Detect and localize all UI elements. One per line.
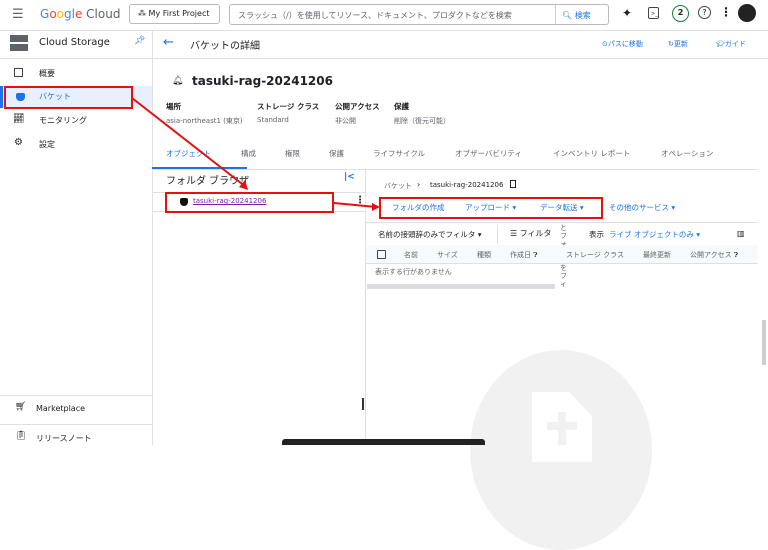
marketplace-icon: 🛒︎ bbox=[15, 402, 27, 412]
prefix-filter-dropdown[interactable]: 名前の接頭辞のみでフィルタ ▾ bbox=[378, 229, 482, 240]
info-label: 公開アクセス bbox=[335, 102, 380, 111]
breadcrumb-current: tasuki-rag-20241206 bbox=[430, 181, 504, 189]
label: 更新 bbox=[673, 40, 688, 48]
sidebar-item-label: 概要 bbox=[39, 69, 55, 78]
info-value: asia-northeast1 (東京) bbox=[166, 117, 243, 125]
column-header-created[interactable]: 作成日 ❓︎ bbox=[510, 250, 537, 260]
sidebar-item-overview[interactable]: 概要 bbox=[0, 66, 152, 82]
overview-icon bbox=[14, 68, 23, 77]
show-label: 表示 bbox=[589, 230, 604, 239]
info-label: ストレージ クラス bbox=[257, 102, 320, 111]
other-services-button[interactable]: その他のサービス ▾ bbox=[609, 202, 675, 213]
bucket-bell-icon: 🔔︎ bbox=[172, 76, 184, 86]
info-label: 場所 bbox=[166, 102, 181, 111]
column-header-name[interactable]: 名前 bbox=[404, 250, 418, 260]
select-all-checkbox[interactable] bbox=[377, 250, 386, 259]
sidebar-item-settings[interactable]: ⚙ 設定 bbox=[0, 137, 152, 153]
search-input[interactable]: スラッシュ（/）を使用してリソース、ドキュメント、プロダクトなどを検索 🔍︎ 検… bbox=[229, 4, 609, 25]
more-icon[interactable]: ⋮ bbox=[720, 5, 732, 19]
storage-icon bbox=[10, 35, 28, 51]
cloud-shell-icon[interactable]: >_ bbox=[648, 7, 659, 19]
label: パスに移動 bbox=[607, 40, 643, 48]
column-header-type[interactable]: 種類 bbox=[477, 250, 491, 260]
sidebar-marketplace[interactable]: 🛒︎ Marketplace bbox=[0, 402, 152, 418]
tab-inventory-reports[interactable]: インベントリ レポート bbox=[553, 148, 630, 159]
guide-button[interactable]: 🎓︎ガイド bbox=[716, 39, 746, 49]
tab-permissions[interactable]: 権限 bbox=[285, 148, 300, 159]
copy-icon[interactable] bbox=[510, 180, 516, 188]
sidebar-item-label: 設定 bbox=[39, 140, 55, 149]
bucket-name: tasuki-rag-20241206 bbox=[192, 74, 333, 88]
column-display-icon[interactable]: ▥ bbox=[737, 229, 745, 238]
folder-more-icon[interactable]: ⋮ bbox=[355, 195, 365, 206]
tab-lifecycle[interactable]: ライフサイクル bbox=[373, 148, 425, 159]
vertical-scrollbar[interactable] bbox=[762, 320, 766, 365]
label: その他のサービス bbox=[609, 203, 669, 212]
bottom-toast bbox=[282, 439, 485, 445]
label: 名前の接頭辞のみでフィルタ bbox=[378, 230, 476, 239]
sidebar-item-monitoring[interactable]: 📈︎ モニタリング bbox=[0, 113, 152, 129]
annotation-box-actions bbox=[379, 197, 603, 219]
refresh-button[interactable]: ↻更新 bbox=[668, 39, 688, 49]
sidebar-release-notes[interactable]: 📋︎ リリースノート bbox=[0, 431, 152, 445]
notifications-badge[interactable]: 2 bbox=[672, 5, 689, 22]
panel-resize-handle[interactable] bbox=[362, 398, 364, 410]
go-to-path-button[interactable]: ⊙パスに移動 bbox=[602, 39, 643, 49]
gear-icon: ⚙ bbox=[14, 137, 23, 148]
annotation-box-buckets bbox=[4, 86, 133, 109]
tab-objects[interactable]: オブジェクト bbox=[166, 148, 211, 159]
label: フィルタ bbox=[519, 229, 552, 238]
collapse-panel-button[interactable]: |< bbox=[344, 172, 355, 182]
empty-table-message: 表示する行がありません bbox=[375, 268, 452, 276]
folder-browser-title: フォルダ ブラウザ bbox=[166, 176, 250, 187]
google-cloud-logo[interactable]: Google Cloud bbox=[40, 7, 120, 21]
sidebar-title: Cloud Storage bbox=[39, 37, 110, 48]
breadcrumb-separator: › bbox=[417, 180, 421, 189]
release-notes-icon: 📋︎ bbox=[15, 431, 27, 441]
info-value: 削除（復元可能） bbox=[394, 117, 450, 125]
label: 公開アクセス bbox=[690, 251, 732, 259]
search-placeholder: スラッシュ（/）を使用してリソース、ドキュメント、プロダクトなどを検索 bbox=[238, 11, 512, 20]
page-title: バケットの詳細 bbox=[190, 41, 260, 52]
project-name: My First Project bbox=[148, 9, 210, 18]
breadcrumb-root[interactable]: バケット bbox=[384, 181, 412, 191]
menu-icon[interactable]: ☰ bbox=[12, 7, 24, 22]
avatar[interactable] bbox=[738, 4, 756, 22]
column-header-public-access[interactable]: 公開アクセス ❓︎ bbox=[690, 250, 738, 260]
horizontal-scrollbar[interactable] bbox=[367, 284, 555, 289]
column-header-storage-class[interactable]: ストレージ クラス bbox=[566, 250, 624, 260]
label: ライブ オブジェクトのみ bbox=[609, 230, 694, 239]
sidebar-item-label: Marketplace bbox=[36, 404, 86, 413]
label: 作成日 bbox=[510, 251, 531, 259]
label: ガイド bbox=[724, 40, 746, 48]
back-button[interactable]: ← bbox=[163, 35, 174, 50]
show-objects-dropdown[interactable]: ライブ オブジェクトのみ ▾ bbox=[609, 229, 700, 240]
info-label: 保護 bbox=[394, 102, 409, 111]
search-button[interactable]: 🔍︎ 検索 bbox=[555, 5, 591, 24]
help-icon[interactable]: ? bbox=[698, 6, 711, 19]
info-value: Standard bbox=[257, 116, 289, 124]
sidebar-item-label: リリースノート bbox=[36, 434, 92, 443]
tab-configuration[interactable]: 構成 bbox=[241, 148, 256, 159]
tab-operations[interactable]: オペレーション bbox=[661, 148, 713, 159]
chart-icon: 📈︎ bbox=[13, 114, 25, 124]
annotation-box-folder-item bbox=[165, 192, 334, 213]
search-label: 検索 bbox=[574, 11, 591, 20]
tab-protection[interactable]: 保護 bbox=[329, 148, 344, 159]
sidebar-item-label: モニタリング bbox=[39, 116, 87, 125]
project-picker[interactable]: ⁂ My First Project bbox=[129, 4, 220, 24]
pin-icon[interactable]: 📌︎ bbox=[134, 36, 145, 46]
filter-button[interactable]: ☰ フィルタ bbox=[510, 228, 552, 239]
column-header-last-modified[interactable]: 最終更新 bbox=[643, 250, 671, 260]
column-header-size[interactable]: サイズ bbox=[437, 250, 458, 260]
info-value: 非公開 bbox=[335, 117, 356, 125]
tab-observability[interactable]: オブザーバビリティ bbox=[455, 148, 522, 159]
gemini-icon[interactable]: ✦ bbox=[622, 6, 632, 20]
